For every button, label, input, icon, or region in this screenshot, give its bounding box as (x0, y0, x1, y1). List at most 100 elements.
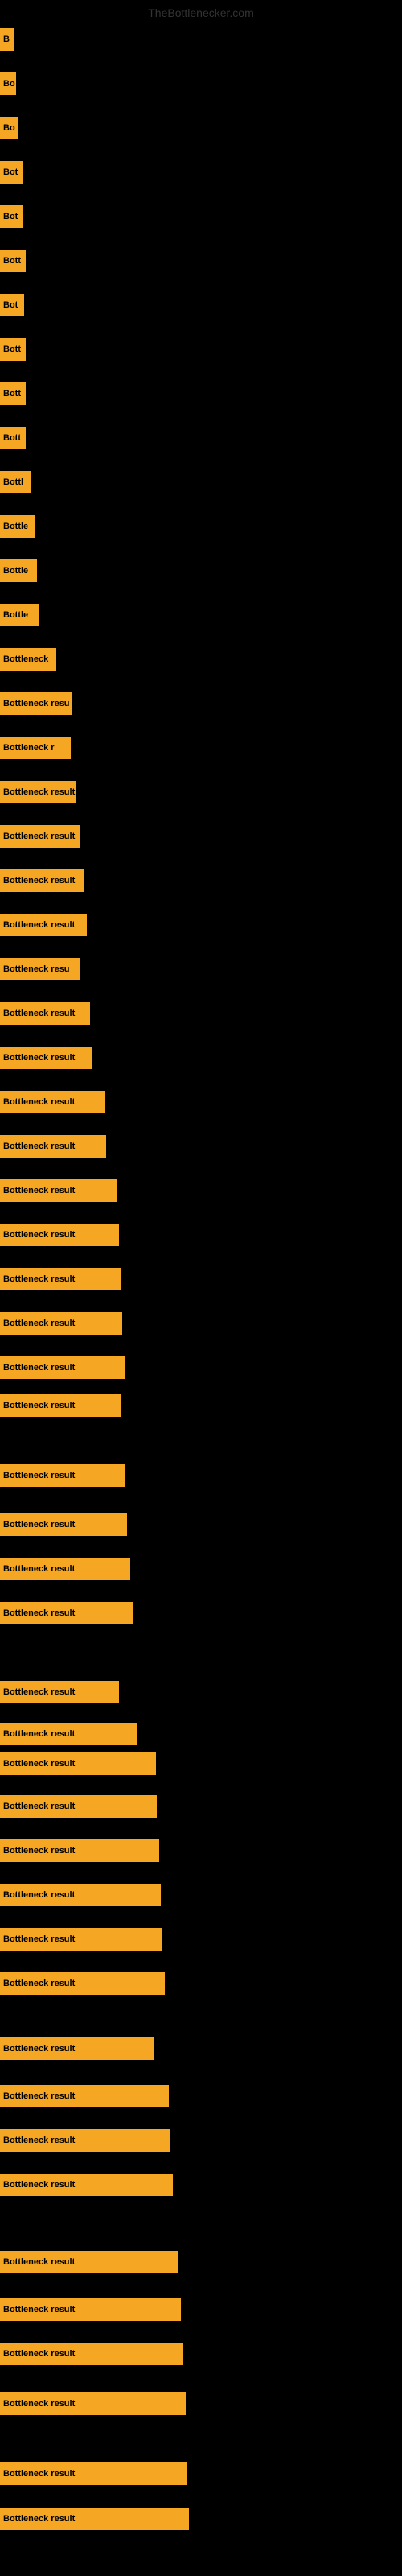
bar-item: Bottleneck result (0, 2251, 178, 2273)
bar-item: Bottleneck result (0, 2462, 187, 2485)
bar-item: Bottleneck result (0, 1268, 121, 1290)
bottleneck-bar: Bottleneck result (0, 1046, 92, 1069)
bottleneck-bar: Bottleneck result (0, 1394, 121, 1417)
bar-item: B (0, 28, 14, 51)
bottleneck-bar: Bot (0, 161, 23, 184)
bottleneck-bar: Bottleneck result (0, 2462, 187, 2485)
bar-item: Bottleneck result (0, 1723, 137, 1745)
bottleneck-bar: Bottleneck result (0, 825, 80, 848)
bottleneck-bar: Bottleneck result (0, 869, 84, 892)
bar-item: Bottleneck result (0, 2085, 169, 2107)
bar-item: Bottleneck result (0, 1464, 125, 1487)
bar-item: Bottleneck result (0, 1091, 105, 1113)
bottleneck-bar: Bottleneck result (0, 2251, 178, 2273)
bar-item: Bottleneck resu (0, 692, 72, 715)
bar-item: Bottleneck result (0, 1179, 117, 1202)
bar-item: Bottleneck result (0, 869, 84, 892)
bar-item: Bottleneck result (0, 1972, 165, 1995)
bar-item: Bottleneck result (0, 1795, 157, 1818)
bar-item: Bottleneck result (0, 1681, 119, 1703)
bottleneck-bar: Bottleneck result (0, 2174, 173, 2196)
bottleneck-bar: Bot (0, 205, 23, 228)
bottleneck-bar: Bottleneck r (0, 737, 71, 759)
bottleneck-bar: Bottleneck result (0, 1723, 137, 1745)
bar-item: Bottleneck result (0, 1224, 119, 1246)
bottleneck-bar: Bottle (0, 604, 39, 626)
bottleneck-bar: Bottleneck result (0, 2129, 170, 2152)
bottleneck-bar: Bottleneck result (0, 1268, 121, 1290)
bottleneck-bar: Bottleneck result (0, 1135, 106, 1158)
bottleneck-bar: Bottleneck result (0, 1002, 90, 1025)
bar-item: Bo (0, 117, 18, 139)
bottleneck-bar: Bottleneck result (0, 1464, 125, 1487)
bar-item: Bottleneck result (0, 781, 76, 803)
bar-item: Bottle (0, 559, 37, 582)
bar-item: Bottleneck result (0, 2343, 183, 2365)
bottleneck-bar: Bott (0, 250, 26, 272)
bottleneck-bar: Bottleneck resu (0, 958, 80, 980)
bottleneck-bar: Bottleneck result (0, 1179, 117, 1202)
bar-item: Bottleneck result (0, 1839, 159, 1862)
bottleneck-bar: Bo (0, 117, 18, 139)
bar-item: Bottleneck result (0, 1312, 122, 1335)
bottleneck-bar: Bo (0, 72, 16, 95)
bar-item: Bottleneck result (0, 2037, 154, 2060)
bar-item: Bott (0, 382, 26, 405)
bottleneck-bar: Bottleneck (0, 648, 56, 671)
bottleneck-bar: Bottleneck result (0, 1972, 165, 1995)
bottleneck-bar: Bottleneck result (0, 2037, 154, 2060)
bottleneck-bar: Bottl (0, 471, 31, 493)
bar-item: Bottleneck result (0, 914, 87, 936)
bottleneck-bar: Bott (0, 338, 26, 361)
bottleneck-bar: B (0, 28, 14, 51)
bar-item: Bottleneck result (0, 1752, 156, 1775)
bottleneck-bar: Bottleneck result (0, 781, 76, 803)
bar-item: Bottleneck result (0, 1884, 161, 1906)
bottleneck-bar: Bott (0, 382, 26, 405)
bar-item: Bottleneck result (0, 1558, 130, 1580)
bar-item: Bottleneck result (0, 1002, 90, 1025)
bottleneck-bar: Bottleneck result (0, 1839, 159, 1862)
bar-item: Bottleneck result (0, 1135, 106, 1158)
bar-item: Bottleneck result (0, 2298, 181, 2321)
bottleneck-bar: Bott (0, 427, 26, 449)
bar-item: Bot (0, 161, 23, 184)
bottleneck-bar: Bot (0, 294, 24, 316)
bar-item: Bot (0, 294, 24, 316)
bar-item: Bottleneck result (0, 1356, 125, 1379)
bar-item: Bot (0, 205, 23, 228)
bar-item: Bottleneck result (0, 2392, 186, 2415)
bottleneck-bar: Bottleneck result (0, 2343, 183, 2365)
bar-item: Bottl (0, 471, 31, 493)
bar-item: Bottleneck (0, 648, 56, 671)
bottleneck-bar: Bottleneck result (0, 1091, 105, 1113)
bar-item: Bottle (0, 515, 35, 538)
bottleneck-bar: Bottleneck result (0, 1224, 119, 1246)
bottleneck-bar: Bottleneck result (0, 1795, 157, 1818)
bar-item: Bott (0, 427, 26, 449)
bottleneck-bar: Bottleneck result (0, 1312, 122, 1335)
bar-item: Bottleneck result (0, 1046, 92, 1069)
bottleneck-bar: Bottleneck resu (0, 692, 72, 715)
site-title: TheBottlenecker.com (148, 6, 254, 19)
bottleneck-bar: Bottleneck result (0, 914, 87, 936)
bar-item: Bottleneck result (0, 1513, 127, 1536)
bottleneck-bar: Bottleneck result (0, 1928, 162, 1951)
bottleneck-bar: Bottleneck result (0, 1602, 133, 1624)
bar-item: Bottleneck result (0, 2129, 170, 2152)
bottleneck-bar: Bottleneck result (0, 1884, 161, 1906)
bottleneck-bar: Bottle (0, 559, 37, 582)
bar-item: Bottle (0, 604, 39, 626)
bar-item: Bottleneck result (0, 2508, 189, 2530)
bar-item: Bottleneck resu (0, 958, 80, 980)
bar-item: Bottleneck result (0, 1394, 121, 1417)
bottleneck-bar: Bottleneck result (0, 1558, 130, 1580)
bar-item: Bott (0, 338, 26, 361)
bottleneck-bar: Bottleneck result (0, 2298, 181, 2321)
bottleneck-bar: Bottleneck result (0, 1681, 119, 1703)
bar-item: Bottleneck result (0, 2174, 173, 2196)
bottleneck-bar: Bottleneck result (0, 2392, 186, 2415)
bar-item: Bo (0, 72, 16, 95)
bar-item: Bottleneck result (0, 825, 80, 848)
bottleneck-bar: Bottleneck result (0, 1752, 156, 1775)
